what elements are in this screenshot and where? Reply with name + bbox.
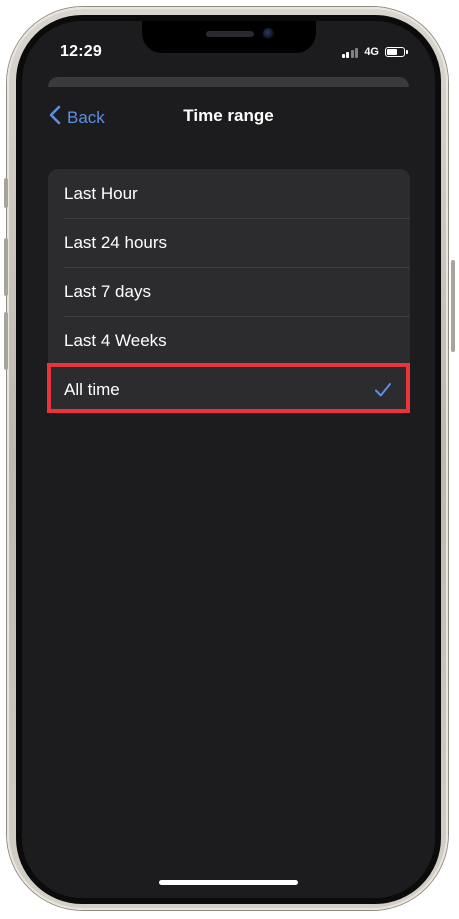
cellular-signal-icon <box>341 47 359 58</box>
power-button <box>451 260 455 352</box>
screen: 12:29 4G Back Time range Last Hour Last … <box>22 21 435 898</box>
time-range-options: Last Hour Last 24 hours Last 7 days Last… <box>48 169 410 414</box>
option-label: Last 24 hours <box>64 232 168 252</box>
front-camera <box>263 28 274 39</box>
option-last-4-weeks[interactable]: Last 4 Weeks <box>48 316 410 365</box>
status-time: 12:29 <box>60 43 102 60</box>
battery-level <box>387 49 397 55</box>
checkmark-icon <box>374 382 392 398</box>
status-indicators: 4G <box>341 46 408 58</box>
option-all-time[interactable]: All time <box>48 365 410 414</box>
volume-down-button <box>4 312 8 370</box>
mute-switch <box>4 178 8 208</box>
network-type: 4G <box>364 46 379 58</box>
home-indicator[interactable] <box>159 880 298 885</box>
option-last-7-days[interactable]: Last 7 days <box>48 267 410 316</box>
earpiece-speaker <box>206 31 254 37</box>
option-last-hour[interactable]: Last Hour <box>48 169 410 218</box>
volume-up-button <box>4 238 8 296</box>
time-range-sheet: Back Time range Last Hour Last 24 hours … <box>33 87 424 898</box>
notch <box>142 21 316 53</box>
option-label: Last 4 Weeks <box>64 330 167 350</box>
option-label: Last Hour <box>64 183 138 203</box>
option-label: All time <box>64 379 120 399</box>
option-last-24-hours[interactable]: Last 24 hours <box>48 218 410 267</box>
page-title: Time range <box>183 106 274 125</box>
battery-icon <box>385 47 408 57</box>
option-label: Last 7 days <box>64 281 151 301</box>
